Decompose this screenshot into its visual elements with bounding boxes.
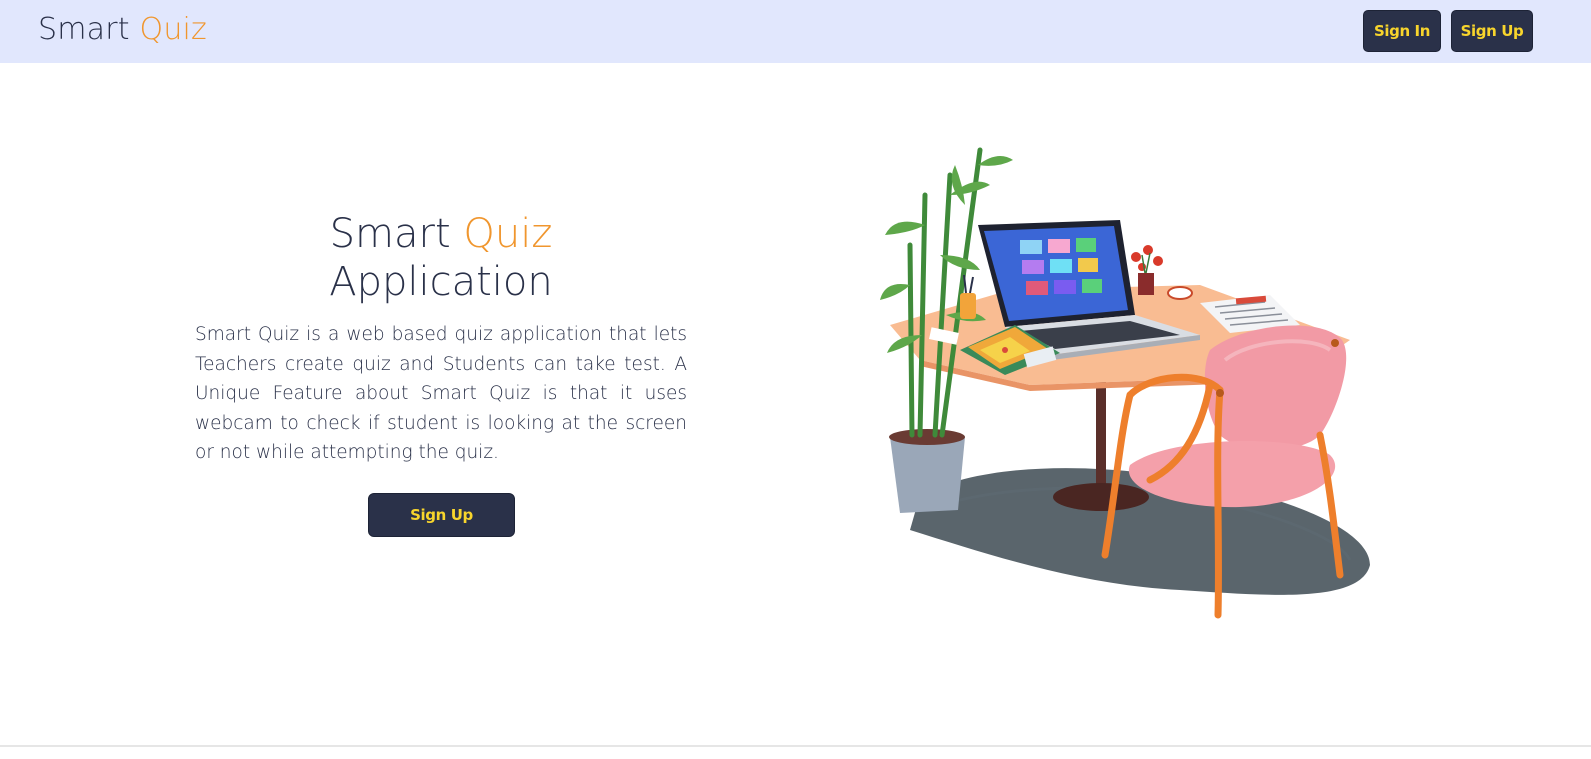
- hero-title-part1: Smart: [329, 211, 451, 257]
- sign-in-button[interactable]: Sign In: [1363, 10, 1441, 52]
- hero-title-accent: Quiz: [463, 211, 553, 257]
- brand-name: Smart: [38, 12, 130, 47]
- navbar: Smart Quiz Sign In Sign Up: [0, 0, 1591, 63]
- hero-sign-up-button[interactable]: Sign Up: [368, 493, 515, 537]
- brand-accent: Quiz: [139, 12, 208, 47]
- sign-up-nav-button[interactable]: Sign Up: [1451, 10, 1533, 52]
- desk-laptop-chair-illustration: [880, 147, 1370, 619]
- brand-logo[interactable]: Smart Quiz: [38, 10, 207, 50]
- hero-title: Smart Quiz Application: [195, 210, 687, 306]
- page-bottom-divider: [0, 745, 1591, 747]
- hero-description: Smart Quiz is a web based quiz applicati…: [195, 324, 687, 464]
- hero-title-part2: Application: [329, 259, 553, 305]
